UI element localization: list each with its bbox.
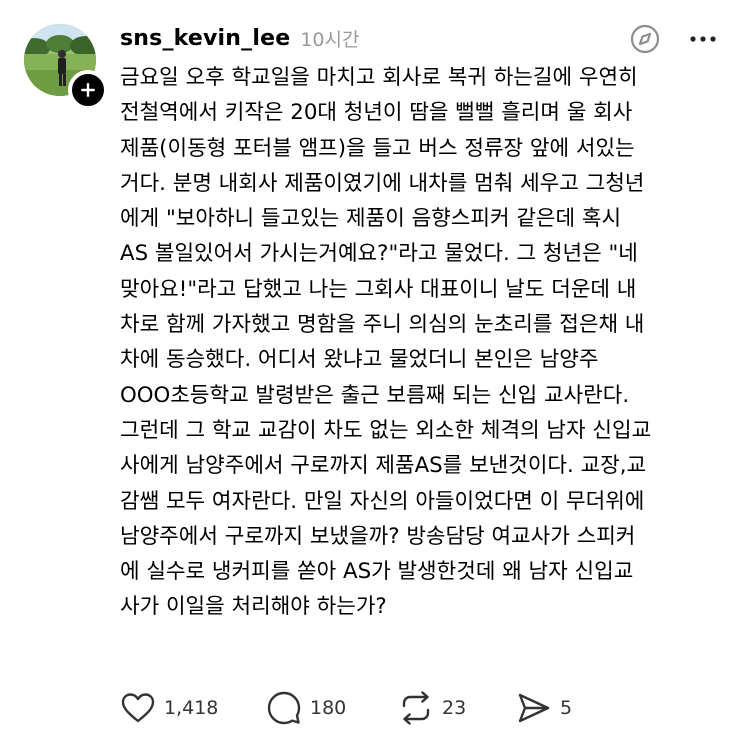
avatar-container[interactable] [24, 24, 108, 110]
post-body-line: 전철역에서 키작은 20대 청년이 땀을 뻘뻘 흘리며 울 회사 [120, 100, 633, 126]
compass-icon[interactable] [628, 22, 662, 56]
post-body-line: 차에 동승했다. 어디서 왔냐고 물었더니 본인은 남양주 [120, 347, 599, 373]
share-button[interactable]: 5 [516, 688, 576, 728]
repost-button[interactable]: 23 [398, 688, 516, 728]
post-body: 금요일 오후 학교일을 마치고 회사로 복귀 하는길에 우연히 전철역에서 키작… [120, 60, 735, 625]
post-body-line: 에 실수로 냉커피를 쏟아 AS가 발생한것데 왜 남자 신입교 [120, 559, 634, 585]
reply-count: 180 [310, 697, 347, 719]
repost-count: 23 [442, 697, 467, 719]
username-link[interactable]: sns_kevin_lee [120, 26, 290, 51]
like-button[interactable]: 1,418 [120, 688, 266, 728]
send-paper-plane-icon [518, 693, 550, 723]
post-body-line: 사에게 남양주에서 구로까지 제품AS를 보낸것이다. 교장,교 [120, 453, 647, 479]
post-body-line: 금요일 오후 학교일을 마치고 회사로 복귀 하는길에 우연히 [120, 65, 638, 90]
heart-icon [121, 693, 155, 723]
plus-icon [81, 83, 95, 97]
post-actions: 1,418 180 23 5 [120, 688, 576, 728]
post-body-line: 사가 이일을 처리해야 하는가? [120, 594, 387, 620]
header-actions [628, 22, 718, 56]
post-timestamp: 10시간 [300, 28, 360, 51]
post-body-line: 남양주에서 구로까지 보냈을까? 방송담당 여교사가 스피커 [120, 523, 636, 549]
post-header: sns_kevin_lee 10시간 [120, 22, 359, 54]
post-body-line: 맞아요!"라고 답했고 나는 그회사 대표이니 날도 더운데 내 [120, 276, 637, 302]
reply-button[interactable]: 180 [266, 688, 398, 728]
post-body-line: 제품(이동형 포터블 앰프)을 들고 버스 정류장 앞에 서있는 [120, 135, 635, 161]
like-count: 1,418 [164, 697, 219, 719]
post-body-line: 에게 "보아하니 들고있는 제품이 음향스피커 같은데 혹시 [120, 206, 622, 232]
post-body-line: 그런데 그 학교 교감이 차도 없는 외소한 체격의 남자 신입교 [120, 417, 652, 443]
post-body-line: 감쌤 모두 여자란다. 만일 자신의 아들이었다면 이 무더위에 [120, 488, 645, 514]
comment-bubble-icon [267, 691, 301, 725]
repost-arrows-icon [402, 691, 430, 725]
thread-post: sns_kevin_lee 10시간 금요일 오후 학교일을 마치고 회사로 복… [0, 0, 750, 748]
follow-button[interactable] [68, 70, 108, 110]
post-body-line: 차로 함께 가자했고 명함을 주니 의심의 눈초리를 접은채 내 [120, 312, 645, 338]
post-body-line: 거다. 분명 내회사 제품이였기에 내차를 멈춰 세우고 그청년 [120, 170, 645, 196]
post-body-line: OOO초등학교 발령받은 출근 보름째 되는 신입 교사란다. [120, 382, 630, 408]
share-count: 5 [560, 697, 573, 719]
more-horizontal-icon[interactable] [688, 22, 718, 56]
post-body-line: AS 볼일있어서 가시는거예요?"라고 물었다. 그 청년은 "네 [120, 241, 638, 267]
